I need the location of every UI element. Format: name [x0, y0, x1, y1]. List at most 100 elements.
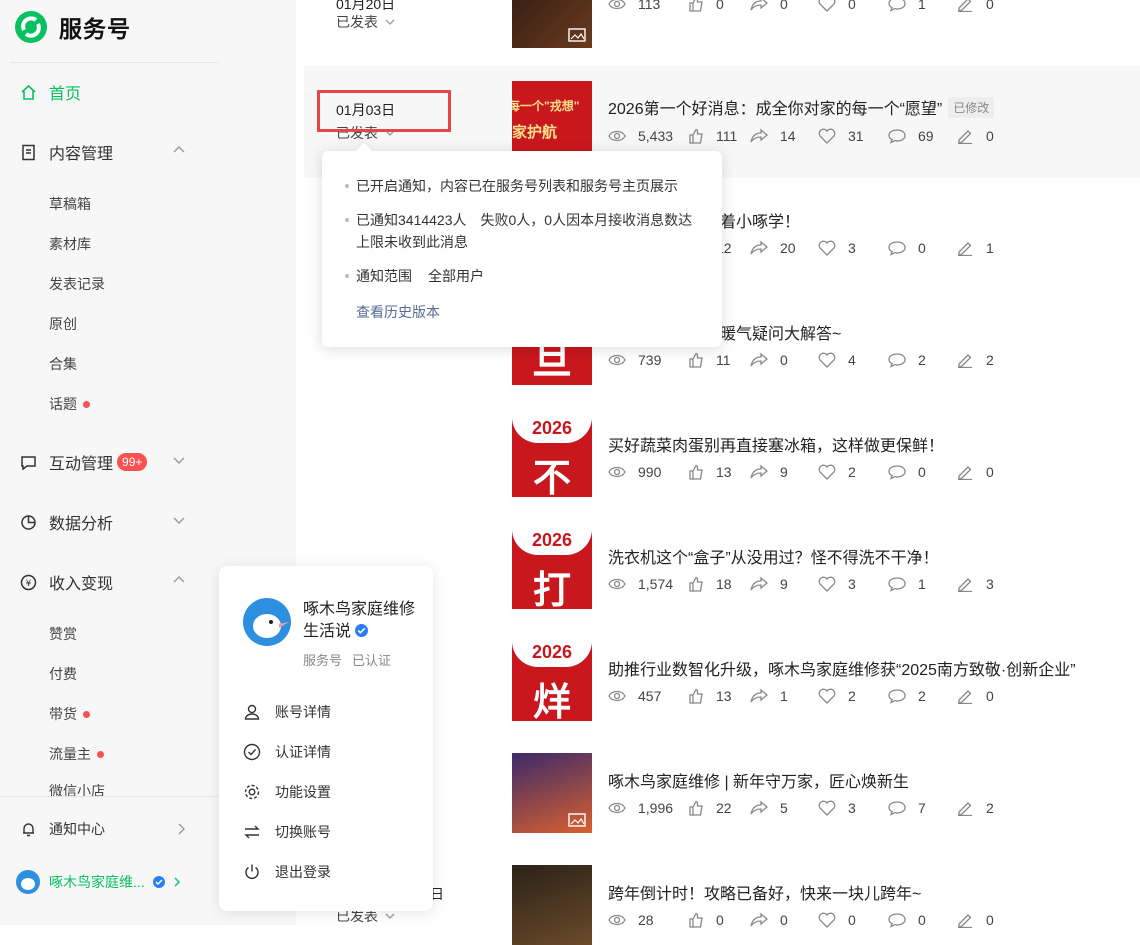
chevron-down-icon[interactable]: [172, 453, 186, 467]
nav-content-label: 内容管理: [49, 146, 114, 163]
chevron-right-icon[interactable]: [174, 822, 188, 836]
post-thumbnail[interactable]: 2026 烊: [512, 641, 592, 721]
heart-stat: 3: [818, 800, 856, 816]
thumbnail-char: 打: [532, 570, 571, 609]
nav-sub-label: 原创: [49, 316, 77, 332]
nav-interaction[interactable]: 互动管理 99+: [20, 450, 148, 474]
nav-sub-materials[interactable]: 素材库: [49, 234, 91, 254]
post-title[interactable]: 2026第一个好消息：成全你对家的每一个“愿望” 已修改: [608, 95, 995, 119]
popover-text: 已通知3414423人 失败0人，0人因本月接收消息数达上限未收到此消息: [356, 212, 693, 250]
stat-value: 0: [848, 0, 856, 12]
post-thumbnail[interactable]: 每一个"戎想" 家护航: [512, 81, 592, 161]
stat-value: 1: [780, 688, 788, 704]
share-stat: 9: [750, 576, 788, 592]
menu-switch-account[interactable]: 切换账号: [243, 822, 331, 842]
menu-settings[interactable]: 功能设置: [243, 782, 331, 802]
avatar: [16, 870, 40, 894]
post-title[interactable]: 买好蔬菜肉蛋别再直接塞冰箱，这样做更保鲜！: [608, 432, 944, 456]
chevron-up-icon[interactable]: [172, 143, 186, 157]
heart-icon: [818, 912, 842, 928]
share-icon: [750, 128, 774, 144]
stat-value: 0: [918, 464, 926, 480]
like-stat: 111: [688, 128, 737, 144]
comment-stat: 2: [888, 688, 926, 704]
post-thumbnail[interactable]: [512, 0, 592, 48]
document-icon: [22, 144, 35, 160]
nav-sub-original[interactable]: 原创: [49, 314, 77, 334]
account-type: 服务号: [303, 653, 343, 668]
menu-account-details[interactable]: 账号详情: [243, 702, 331, 722]
stat-value: 2: [918, 688, 926, 704]
view-count-stat: 1,996: [608, 800, 673, 816]
stat-value: 9: [780, 576, 788, 592]
post-status[interactable]: 已发表: [336, 12, 396, 32]
post-title[interactable]: 洗衣机这个“盒子”从没用过？怪不得洗不干净！: [608, 544, 939, 568]
brand-name: 服务号: [59, 16, 131, 42]
stat-value: 739: [638, 352, 662, 368]
nav-content[interactable]: 内容管理: [20, 140, 113, 164]
nav-sub-label: 带货: [49, 706, 77, 722]
stat-value: 14: [780, 128, 796, 144]
stat-value: 1: [918, 576, 926, 592]
share-stat: 9: [750, 464, 788, 480]
nav-sub-sales[interactable]: 带货: [49, 704, 90, 724]
view-count-stat: 990: [608, 464, 661, 480]
nav-notifications-label: 通知中心: [49, 821, 105, 837]
post-thumbnail[interactable]: [512, 865, 592, 945]
switch-icon: [244, 825, 260, 839]
nav-monetize[interactable]: ¥ 收入变现: [20, 570, 113, 594]
thumbnail-text: 每一个"戎想": [512, 99, 580, 113]
highlight-box: [317, 90, 451, 132]
nav-sub-traffic[interactable]: 流量主: [49, 744, 104, 764]
nav-sub-label: 流量主: [49, 746, 91, 762]
brand-logo[interactable]: 服务号: [14, 10, 131, 44]
heart-stat: 4: [818, 352, 856, 368]
nav-sub-label: 草稿箱: [49, 196, 91, 212]
heart-stat: 3: [818, 240, 856, 256]
like-icon: [688, 800, 710, 816]
heart-icon: [818, 800, 842, 816]
current-account[interactable]: 啄木鸟家庭维...: [16, 870, 183, 894]
nav-sub-tips[interactable]: 赞赏: [49, 624, 77, 644]
edit-icon: [956, 128, 980, 144]
post-title[interactable]: 助推行业数智化升级，啄木鸟家庭维修获“2025南方致敬·创新企业”: [608, 656, 1076, 680]
nav-sub-collections[interactable]: 合集: [49, 354, 77, 374]
thumbnail-char: 烊: [532, 682, 571, 721]
post-thumbnail[interactable]: 2026 不: [512, 417, 592, 497]
edit-stat: 0: [956, 128, 994, 144]
stat-value: 111: [716, 128, 738, 144]
post-thumbnail[interactable]: 2026 打: [512, 529, 592, 609]
share-stat: 0: [750, 352, 788, 368]
nav-sub-publish-records[interactable]: 发表记录: [49, 274, 105, 294]
stat-value: 1: [918, 0, 926, 12]
post-title[interactable]: 啄木鸟家庭维修 | 新年守万家，匠心焕新生: [608, 768, 909, 792]
nav-home[interactable]: 首页: [20, 80, 81, 104]
nav-sub-paid[interactable]: 付费: [49, 664, 77, 684]
account-name: 啄木鸟家庭维修生活说: [303, 599, 423, 643]
chevron-down-icon[interactable]: [172, 513, 186, 527]
stat-value: 113: [638, 0, 661, 12]
chevron-up-icon[interactable]: [172, 573, 186, 587]
heart-stat: 31: [818, 128, 864, 144]
like-icon: [688, 912, 710, 928]
comment-stat: 0: [888, 912, 926, 928]
nav-sub-label: 话题: [49, 396, 77, 412]
view-history-link[interactable]: 查看历史版本: [356, 302, 440, 322]
post-title[interactable]: 跨年倒计时！攻略已备好，快来一块儿跨年~: [608, 880, 921, 904]
nav-sub-drafts[interactable]: 草稿箱: [49, 194, 91, 214]
nav-analytics[interactable]: 数据分析: [20, 510, 113, 534]
heart-stat: 2: [818, 464, 856, 480]
nav-home-label: 首页: [49, 86, 82, 103]
view-count-stat: 28: [608, 912, 654, 928]
menu-logout[interactable]: 退出登录: [243, 862, 331, 882]
share-icon: [750, 352, 774, 368]
menu-label: 切换账号: [275, 824, 331, 840]
heart-icon: [818, 128, 842, 144]
menu-verification-details[interactable]: 认证详情: [243, 742, 331, 762]
post-thumbnail[interactable]: [512, 753, 592, 833]
nav-sub-topics[interactable]: 话题: [49, 394, 90, 414]
check-circle-icon: [243, 743, 261, 761]
nav-notifications[interactable]: 通知中心: [20, 819, 105, 839]
share-stat: 0: [750, 912, 788, 928]
stat-value: 5: [780, 800, 788, 816]
